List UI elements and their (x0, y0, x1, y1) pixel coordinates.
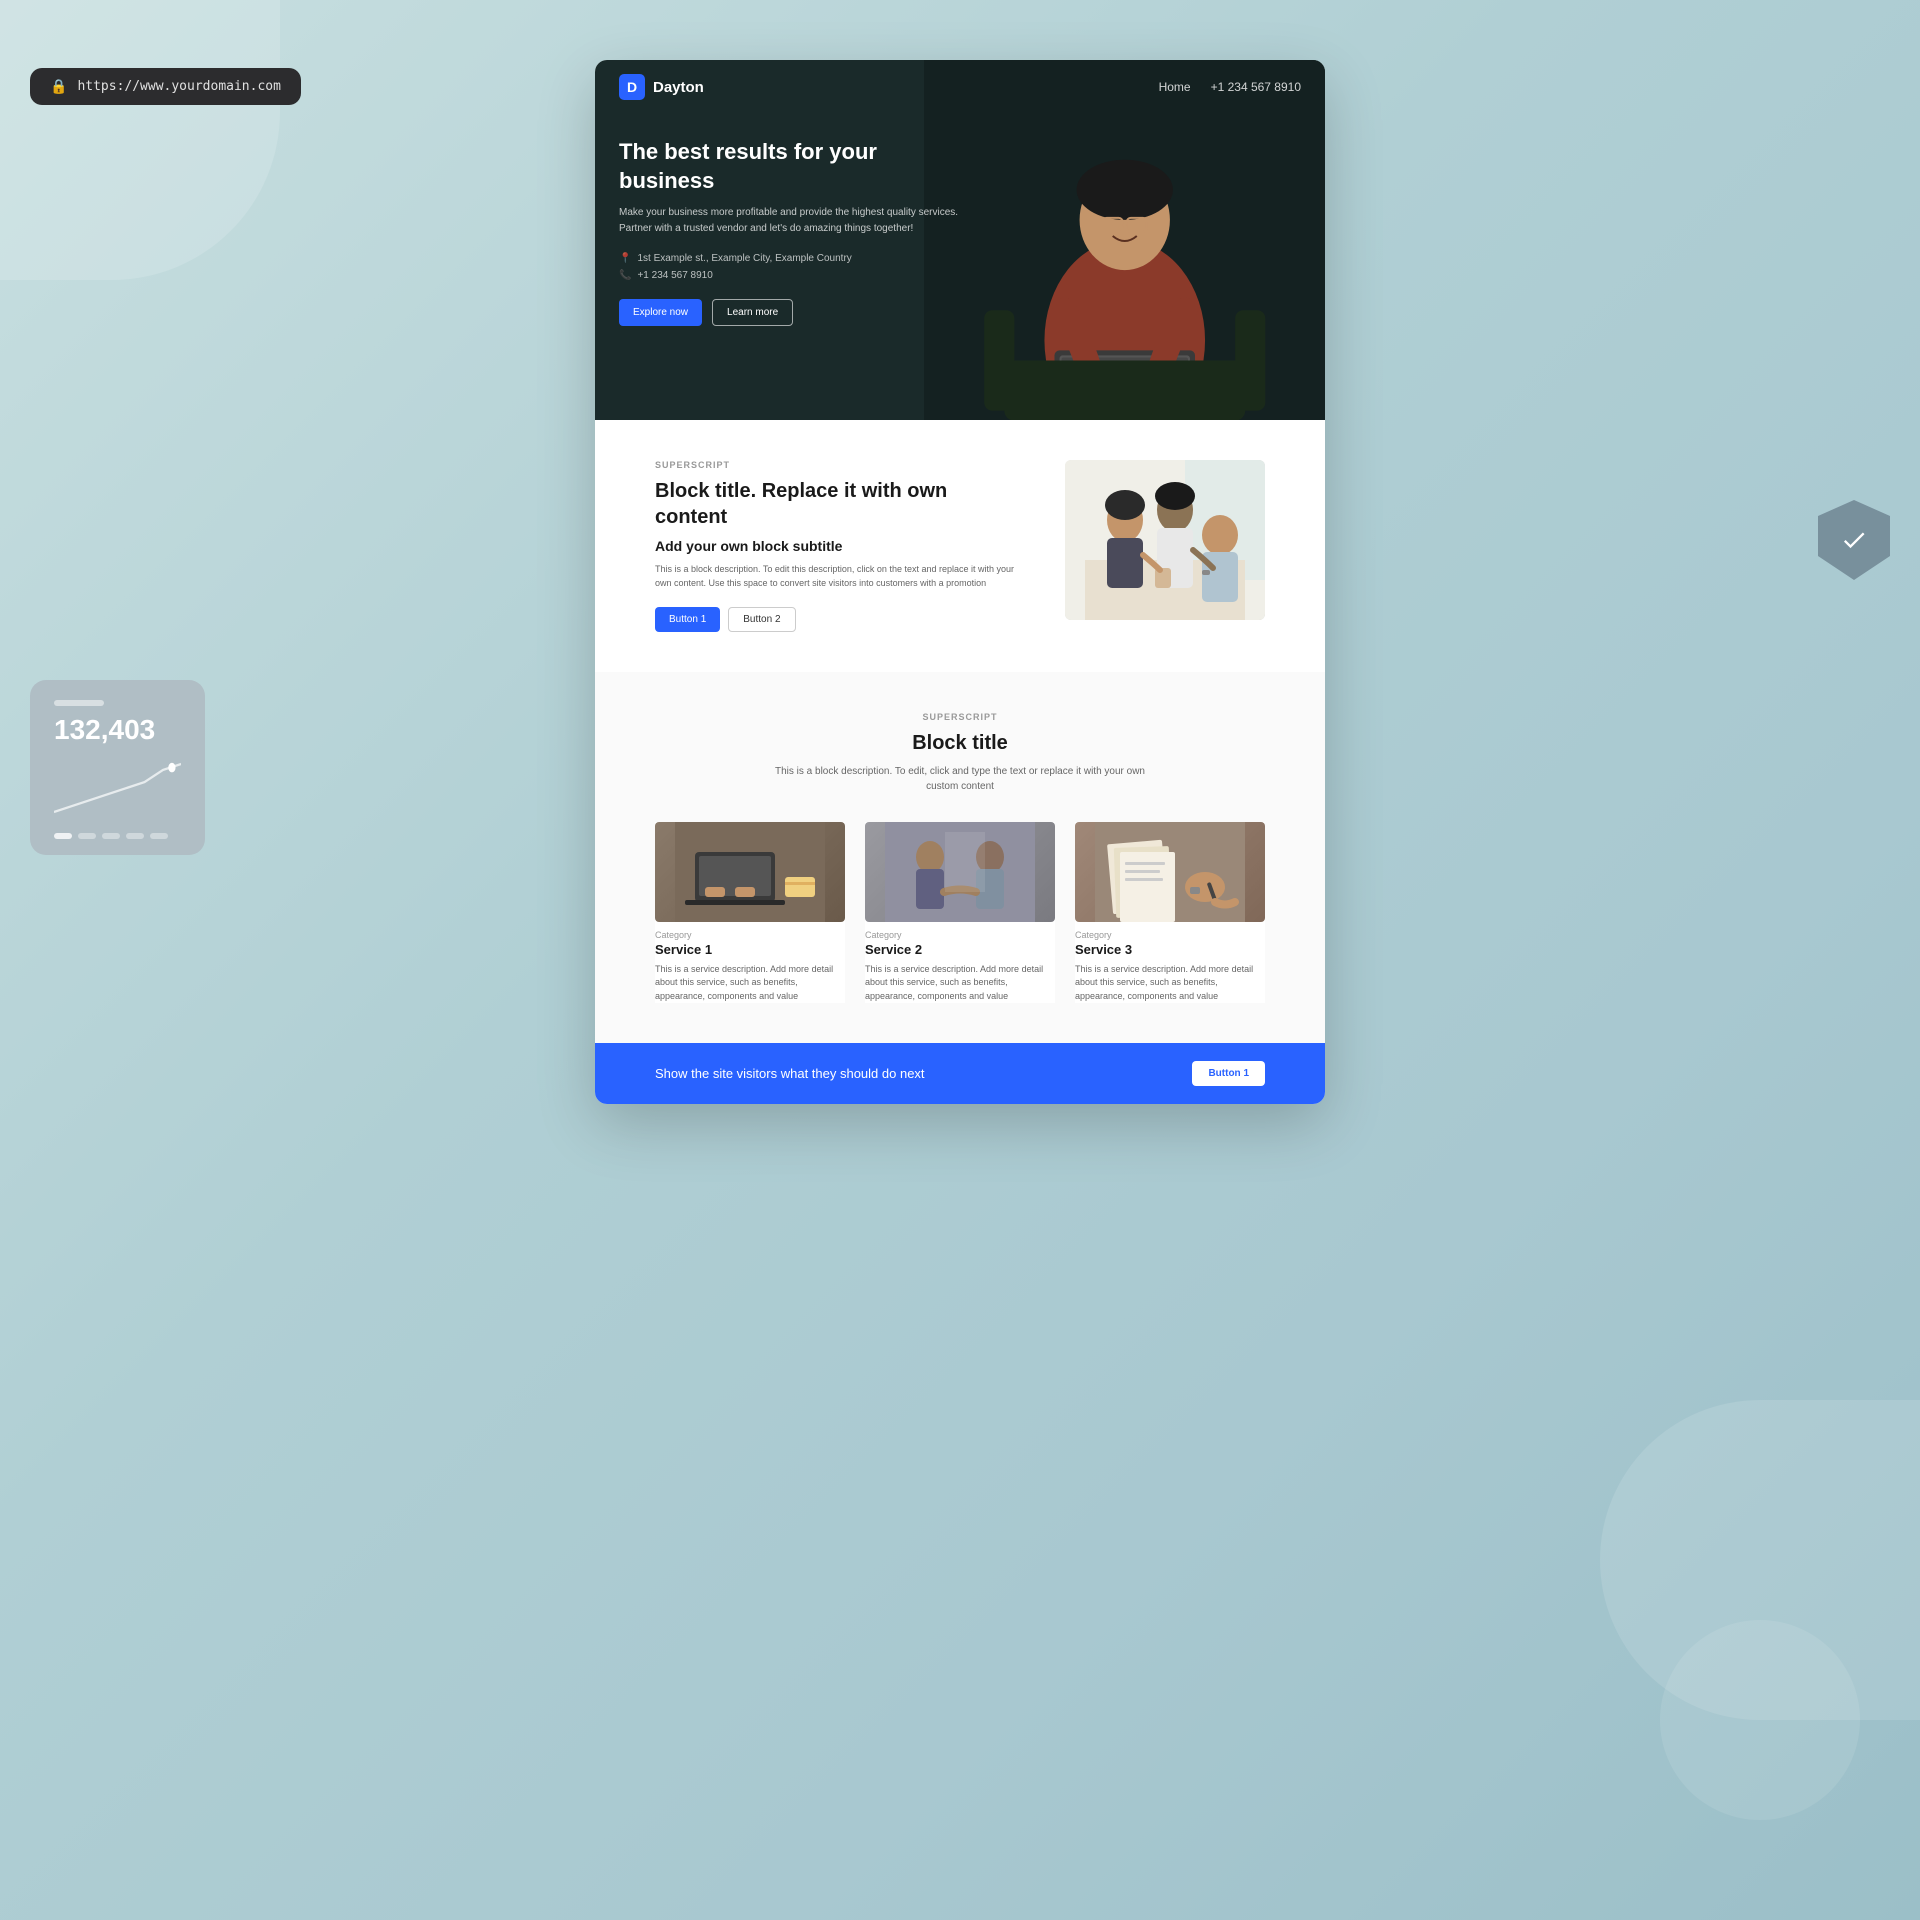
block-section-2: SUPERSCRIPT Block title This is a block … (595, 672, 1325, 1044)
block2-header: SUPERSCRIPT Block title This is a block … (655, 712, 1265, 794)
stat-dot-1 (54, 833, 72, 839)
lock-icon: 🔒 (50, 78, 67, 95)
stat-widget: 132,403 (30, 680, 205, 855)
block2-superscript: SUPERSCRIPT (655, 712, 1265, 722)
block1-buttons: Button 1 Button 2 (655, 607, 1025, 632)
security-badge (1818, 500, 1890, 580)
block2-description: This is a block description. To edit, cl… (760, 764, 1160, 794)
stat-dot-2 (78, 833, 96, 839)
block1-description: This is a block description. To edit thi… (655, 562, 1025, 591)
block1-subtitle: Add your own block subtitle (655, 538, 1025, 554)
service-image-3 (1075, 822, 1265, 922)
service3-category: Category (1075, 930, 1265, 940)
nav-phone: +1 234 567 8910 (1211, 80, 1301, 94)
stat-number: 132,403 (54, 714, 181, 746)
cta-banner: Show the site visitors what they should … (595, 1043, 1325, 1104)
browser-address-bar: 🔒 https://www.yourdomain.com (30, 68, 301, 105)
hero-section: D Dayton Home +1 234 567 8910 The best r… (595, 60, 1325, 420)
brand-name: Dayton (653, 79, 704, 96)
url-text: https://www.yourdomain.com (77, 79, 281, 94)
bg-shape-bottom-right (1600, 1400, 1920, 1720)
stat-dot-4 (126, 833, 144, 839)
service1-title: Service 1 (655, 942, 845, 957)
block1-content: SUPERSCRIPT Block title. Replace it with… (655, 460, 1025, 632)
hero-buttons: Explore now Learn more (619, 299, 973, 326)
hero-title: The best results for your business (619, 138, 973, 195)
service2-description: This is a service description. Add more … (865, 963, 1055, 1004)
phone-icon: 📞 (619, 270, 631, 281)
stat-dot-3 (102, 833, 120, 839)
service-card-2: Category Service 2 This is a service des… (865, 822, 1055, 1004)
cta-text: Show the site visitors what they should … (655, 1066, 925, 1081)
block1-image (1065, 460, 1265, 620)
service2-title: Service 2 (865, 942, 1055, 957)
logo-icon: D (619, 74, 645, 100)
stat-dots (54, 833, 181, 839)
block1-button1[interactable]: Button 1 (655, 607, 720, 632)
stat-dot-5 (150, 833, 168, 839)
services-grid: Category Service 1 This is a service des… (655, 822, 1265, 1004)
service-card-3: Category Service 3 This is a service des… (1075, 822, 1265, 1004)
shield-icon (1818, 500, 1890, 580)
pin-icon: 📍 (619, 253, 631, 264)
hero-nav: D Dayton Home +1 234 567 8910 (595, 60, 1325, 114)
explore-now-button[interactable]: Explore now (619, 299, 702, 326)
bg-shape-top-left (0, 0, 280, 280)
bg-circle-decoration (1660, 1620, 1860, 1820)
nav-home-link[interactable]: Home (1159, 80, 1191, 94)
block-section-1-inner: SUPERSCRIPT Block title. Replace it with… (655, 460, 1265, 632)
browser-window: D Dayton Home +1 234 567 8910 The best r… (595, 60, 1325, 1104)
block2-title: Block title (655, 730, 1265, 756)
service-image-1 (655, 822, 845, 922)
learn-more-button[interactable]: Learn more (712, 299, 793, 326)
service-card-1: Category Service 1 This is a service des… (655, 822, 845, 1004)
service3-description: This is a service description. Add more … (1075, 963, 1265, 1004)
block1-button2[interactable]: Button 2 (728, 607, 795, 632)
service-image-2 (865, 822, 1055, 922)
hero-content: The best results for your business Make … (595, 114, 997, 362)
hero-subtitle: Make your business more profitable and p… (619, 205, 973, 237)
block1-title: Block title. Replace it with own content (655, 478, 1025, 530)
service1-category: Category (655, 930, 845, 940)
service2-category: Category (865, 930, 1055, 940)
hero-nav-links: Home +1 234 567 8910 (1159, 80, 1301, 94)
hero-phone-info: 📞 +1 234 567 8910 (619, 270, 973, 281)
cta-button[interactable]: Button 1 (1192, 1061, 1265, 1086)
block1-superscript: SUPERSCRIPT (655, 460, 1025, 470)
block-section-1: SUPERSCRIPT Block title. Replace it with… (595, 420, 1325, 672)
stat-bar (54, 700, 104, 706)
service1-description: This is a service description. Add more … (655, 963, 845, 1004)
service3-title: Service 3 (1075, 942, 1265, 957)
hero-address: 📍 1st Example st., Example City, Example… (619, 253, 973, 264)
stat-chart (54, 758, 181, 818)
hero-logo: D Dayton (619, 74, 704, 100)
